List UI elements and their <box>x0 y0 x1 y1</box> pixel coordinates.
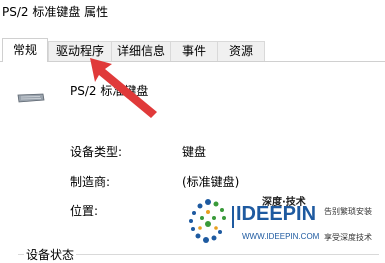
watermark-url: WWW.IDEEPIN.COM <box>242 232 320 241</box>
device-type-label: 设备类型: <box>70 145 123 159</box>
window-title: PS/2 标准键盘 属性 <box>2 5 109 19</box>
tab-resources[interactable]: 资源 <box>217 41 265 61</box>
keyboard-icon <box>17 93 45 103</box>
watermark-brand: IDEEPIN <box>236 203 317 225</box>
tab-general[interactable]: 常规 <box>2 38 48 62</box>
device-name: PS/2 标准键盘 <box>70 84 149 98</box>
tab-details[interactable]: 详细信息 <box>111 41 171 61</box>
watermark-tagline-1: 告别繁琐安装 <box>324 207 372 216</box>
manufacturer-label: 制造商: <box>70 175 111 189</box>
tab-driver[interactable]: 驱动程序 <box>48 41 112 61</box>
device-status-heading: 设备状态 <box>24 246 77 263</box>
device-type-value: 键盘 <box>182 145 207 159</box>
location-label: 位置: <box>70 204 99 218</box>
tab-events[interactable]: 事件 <box>170 41 218 61</box>
watermark-tagline-2: 享受深度技术 <box>324 233 372 242</box>
